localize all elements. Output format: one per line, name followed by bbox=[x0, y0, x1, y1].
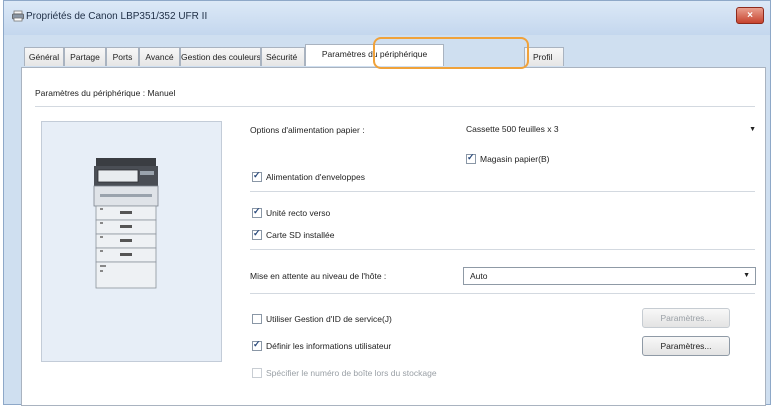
title-bar[interactable]: Propriétés de Canon LBP351/352 UFR II × bbox=[4, 1, 770, 35]
printer-icon bbox=[12, 10, 24, 22]
chevron-down-icon: ▼ bbox=[743, 272, 750, 279]
recto-verso-label: Unité recto verso bbox=[266, 208, 331, 218]
close-button[interactable]: × bbox=[736, 7, 764, 24]
carte-sd-label: Carte SD installée bbox=[266, 230, 335, 240]
chevron-down-icon: ▼ bbox=[749, 126, 756, 133]
tab-partage[interactable]: Partage bbox=[64, 47, 106, 66]
spool-value: Auto bbox=[470, 271, 488, 281]
tab-profil[interactable]: Profil bbox=[524, 47, 564, 66]
tab-avance[interactable]: Avancé bbox=[139, 47, 180, 66]
enveloppes-label: Alimentation d'enveloppes bbox=[266, 172, 365, 182]
printer-with-cassettes-image bbox=[93, 158, 159, 289]
gestion-id-checkbox[interactable] bbox=[252, 314, 262, 324]
numero-boite-checkbox[interactable] bbox=[252, 368, 262, 378]
tab-securite[interactable]: Sécurité bbox=[261, 47, 305, 66]
spool-label: Mise en attente au niveau de l'hôte : bbox=[250, 271, 387, 281]
magasin-label: Magasin papier(B) bbox=[480, 154, 550, 164]
parametres-button[interactable]: Paramètres... bbox=[642, 336, 730, 356]
divider bbox=[35, 106, 755, 107]
window-title: Propriétés de Canon LBP351/352 UFR II bbox=[26, 11, 208, 22]
enveloppes-checkbox[interactable] bbox=[252, 170, 262, 182]
parametres-button-disabled[interactable]: Paramètres... bbox=[642, 308, 730, 328]
paper-source-value: Cassette 500 feuilles x 3 bbox=[466, 124, 559, 134]
divider bbox=[250, 191, 755, 192]
divider bbox=[250, 293, 755, 294]
printer-illustration bbox=[41, 121, 222, 362]
paper-source-select[interactable]: Cassette 500 feuilles x 3 ▼ bbox=[460, 121, 762, 138]
infos-utilisateur-label: Définir les informations utilisateur bbox=[266, 341, 392, 351]
spool-select[interactable]: Auto ▼ bbox=[463, 267, 756, 285]
divider bbox=[250, 249, 755, 250]
carte-sd-checkbox[interactable] bbox=[252, 228, 262, 240]
magasin-checkbox[interactable] bbox=[466, 152, 476, 164]
tab-ports[interactable]: Ports bbox=[106, 47, 139, 66]
recto-verso-checkbox[interactable] bbox=[252, 206, 262, 218]
tab-gestion-couleurs[interactable]: Gestion des couleurs bbox=[180, 47, 261, 66]
close-icon: × bbox=[747, 10, 753, 21]
tab-general[interactable]: Général bbox=[24, 47, 64, 66]
numero-boite-label: Spécifier le numéro de boîte lors du sto… bbox=[266, 368, 437, 378]
gestion-id-label: Utiliser Gestion d'ID de service(J) bbox=[266, 314, 392, 324]
device-settings-panel: Paramètres du périphérique : Manuel Opti… bbox=[21, 67, 766, 406]
printer-properties-window: Propriétés de Canon LBP351/352 UFR II × … bbox=[3, 0, 771, 406]
paper-source-label: Options d'alimentation papier : bbox=[250, 125, 365, 135]
mode-subtitle: Paramètres du périphérique : Manuel bbox=[35, 88, 176, 98]
infos-utilisateur-checkbox[interactable] bbox=[252, 339, 262, 351]
tab-highlight-annotation bbox=[373, 37, 529, 69]
